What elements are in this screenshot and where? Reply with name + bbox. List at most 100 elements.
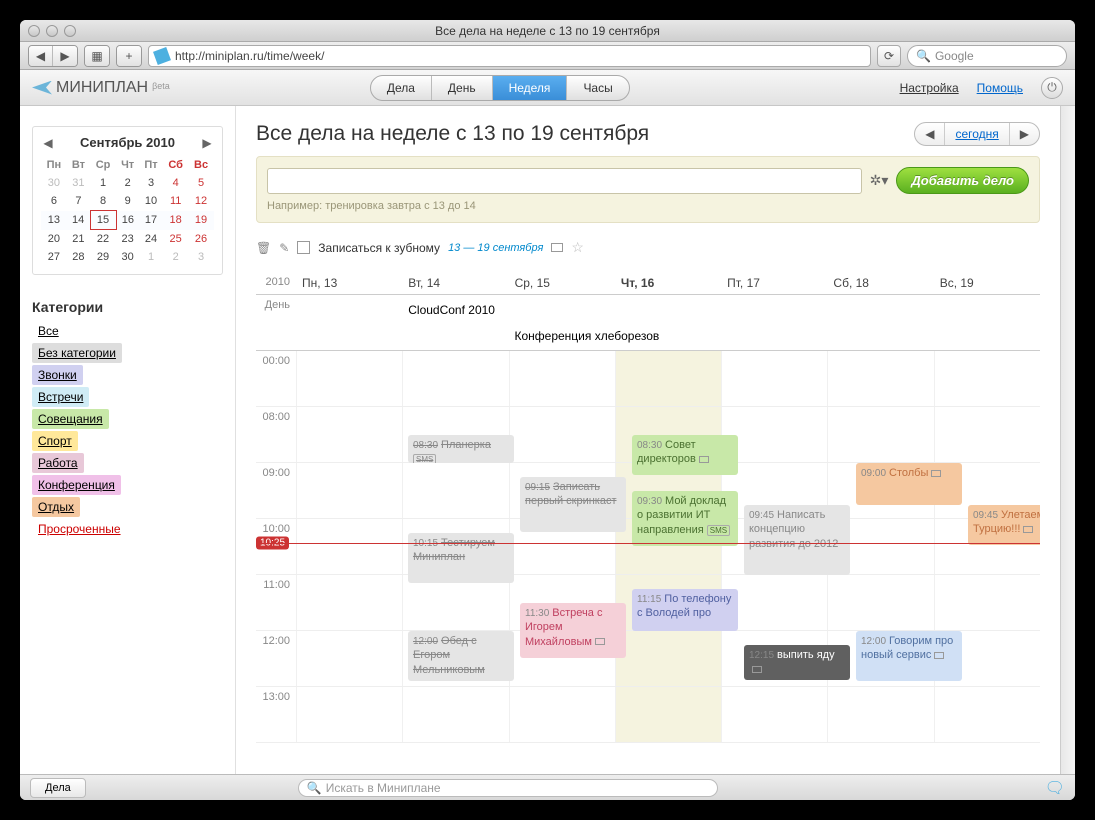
minical-day[interactable]: 30 — [41, 174, 67, 192]
minical-day[interactable]: 24 — [139, 230, 163, 249]
allday-event[interactable]: Конференция хлеборезов — [508, 325, 933, 347]
time-slot[interactable] — [615, 351, 721, 406]
time-slot[interactable] — [934, 351, 1040, 406]
tab-chasy[interactable]: Часы — [567, 76, 628, 100]
calendar-event[interactable]: 09:45Улетаем в Турцию!!! — [968, 505, 1040, 545]
next-week-button[interactable]: ▶ — [1010, 123, 1039, 145]
chat-icon[interactable]: 🗨 — [1045, 778, 1065, 798]
tab-den[interactable]: День — [432, 76, 493, 100]
gear-icon[interactable]: ✲▾ — [870, 172, 889, 189]
minical-day[interactable]: 28 — [67, 248, 90, 266]
time-slot[interactable] — [402, 463, 508, 518]
pencil-icon[interactable]: ✎ — [279, 241, 289, 255]
day-header[interactable]: Ср, 15 — [509, 272, 615, 294]
time-slot[interactable] — [296, 463, 402, 518]
minical-day[interactable]: 16 — [116, 211, 139, 230]
url-bar[interactable]: http://miniplan.ru/time/week/ — [148, 45, 871, 67]
category-item[interactable]: Все — [32, 321, 65, 341]
calendar-event[interactable]: 11:15По телефону с Володей про — [632, 589, 738, 631]
minical-day[interactable]: 6 — [41, 192, 67, 211]
category-item[interactable]: Совещания — [32, 409, 109, 429]
time-slot[interactable] — [296, 407, 402, 462]
back-button[interactable]: ◀ — [29, 46, 53, 66]
settings-link[interactable]: Настройка — [900, 81, 959, 95]
calendar-event[interactable]: 11:30Встреча с Игорем Михайловым — [520, 603, 626, 658]
minical-day[interactable]: 12 — [189, 192, 214, 211]
add-button[interactable]: + — [116, 45, 142, 67]
minical-day[interactable]: 8 — [90, 192, 116, 211]
minical-day[interactable]: 20 — [41, 230, 67, 249]
scrollbar[interactable] — [1060, 106, 1075, 774]
time-slot[interactable] — [296, 687, 402, 742]
category-item[interactable]: Отдых — [32, 497, 80, 517]
time-slot[interactable] — [827, 351, 933, 406]
minical-day[interactable]: 23 — [116, 230, 139, 249]
minical-day[interactable]: 5 — [189, 174, 214, 192]
minical-day[interactable]: 1 — [139, 248, 163, 266]
time-slot[interactable] — [615, 687, 721, 742]
minical-day[interactable]: 18 — [163, 211, 189, 230]
minical-day[interactable]: 7 — [67, 192, 90, 211]
minical-day[interactable]: 2 — [116, 174, 139, 192]
minical-day[interactable]: 2 — [163, 248, 189, 266]
add-button[interactable]: Добавить дело — [896, 167, 1029, 194]
minical-day[interactable]: 29 — [90, 248, 116, 266]
minical-day[interactable]: 9 — [116, 192, 139, 211]
day-header[interactable]: Пт, 17 — [721, 272, 827, 294]
footer-tab[interactable]: Дела — [30, 778, 86, 798]
time-slot[interactable] — [934, 575, 1040, 630]
footer-search[interactable]: 🔍 Искать в Миниплане — [298, 779, 718, 797]
minical-day[interactable]: 19 — [189, 211, 214, 230]
time-slot[interactable] — [721, 351, 827, 406]
calendar-event[interactable]: 09:15Записать первый скринкаст — [520, 477, 626, 532]
minical-day[interactable]: 1 — [90, 174, 116, 192]
calendar-event[interactable]: 09:45Написать концепцию развития до 2012 — [744, 505, 850, 575]
time-slot[interactable] — [934, 407, 1040, 462]
view-button[interactable]: ▦ — [84, 45, 110, 67]
star-icon[interactable]: ☆ — [571, 239, 584, 256]
minical-day[interactable]: 25 — [163, 230, 189, 249]
time-slot[interactable] — [296, 575, 402, 630]
minical-day[interactable]: 22 — [90, 230, 116, 249]
next-month-button[interactable]: ▶ — [200, 136, 214, 150]
time-slot[interactable] — [509, 687, 615, 742]
calendar-event[interactable]: 09:00Столбы — [856, 463, 962, 505]
time-slot[interactable] — [296, 631, 402, 686]
time-slot[interactable] — [934, 687, 1040, 742]
calendar-event[interactable]: 08:30Планерка SMS — [408, 435, 514, 463]
minical-day[interactable]: 26 — [189, 230, 214, 249]
help-link[interactable]: Помощь — [977, 81, 1023, 95]
minical-day[interactable]: 17 — [139, 211, 163, 230]
tab-nedelya[interactable]: Неделя — [493, 76, 568, 100]
power-button[interactable]: ⏻ — [1041, 77, 1063, 99]
minical-day[interactable]: 21 — [67, 230, 90, 249]
time-slot[interactable] — [721, 687, 827, 742]
reload-button[interactable]: ⟳ — [877, 45, 901, 67]
calendar-event[interactable]: 12:15выпить яду — [744, 645, 850, 680]
category-item[interactable]: Встречи — [32, 387, 89, 407]
minical-day[interactable]: 3 — [139, 174, 163, 192]
time-slot[interactable] — [402, 575, 508, 630]
minical-day[interactable]: 11 — [163, 192, 189, 211]
quick-add-input[interactable] — [267, 168, 862, 194]
day-header[interactable]: Вс, 19 — [934, 272, 1040, 294]
time-slot[interactable] — [296, 519, 402, 574]
minical-day[interactable]: 15 — [90, 211, 116, 230]
calendar-event[interactable]: 12:00Обед с Егором Мельниковым — [408, 631, 514, 681]
time-slot[interactable] — [827, 687, 933, 742]
minical-table[interactable]: ПнВтСрЧтПтСбВс30311234567891011121314151… — [41, 156, 214, 266]
day-header[interactable]: Вт, 14 — [402, 272, 508, 294]
day-header[interactable]: Чт, 16 — [615, 272, 721, 294]
minical-day[interactable]: 3 — [189, 248, 214, 266]
time-slot[interactable] — [402, 351, 508, 406]
minical-day[interactable]: 13 — [41, 211, 67, 230]
category-item[interactable]: Просроченные — [32, 519, 127, 539]
time-slot[interactable] — [827, 407, 933, 462]
logo[interactable]: МИНИПЛАН βeta — [32, 79, 170, 97]
calendar-event[interactable]: 09:30Мой доклад о развитии ИТ направлени… — [632, 491, 738, 546]
forward-button[interactable]: ▶ — [53, 46, 77, 66]
browser-search[interactable]: 🔍 Google — [907, 45, 1067, 67]
time-slot[interactable] — [402, 687, 508, 742]
calendar-event[interactable]: 08:30Совет директоров — [632, 435, 738, 475]
today-link[interactable]: сегодня — [945, 123, 1009, 145]
